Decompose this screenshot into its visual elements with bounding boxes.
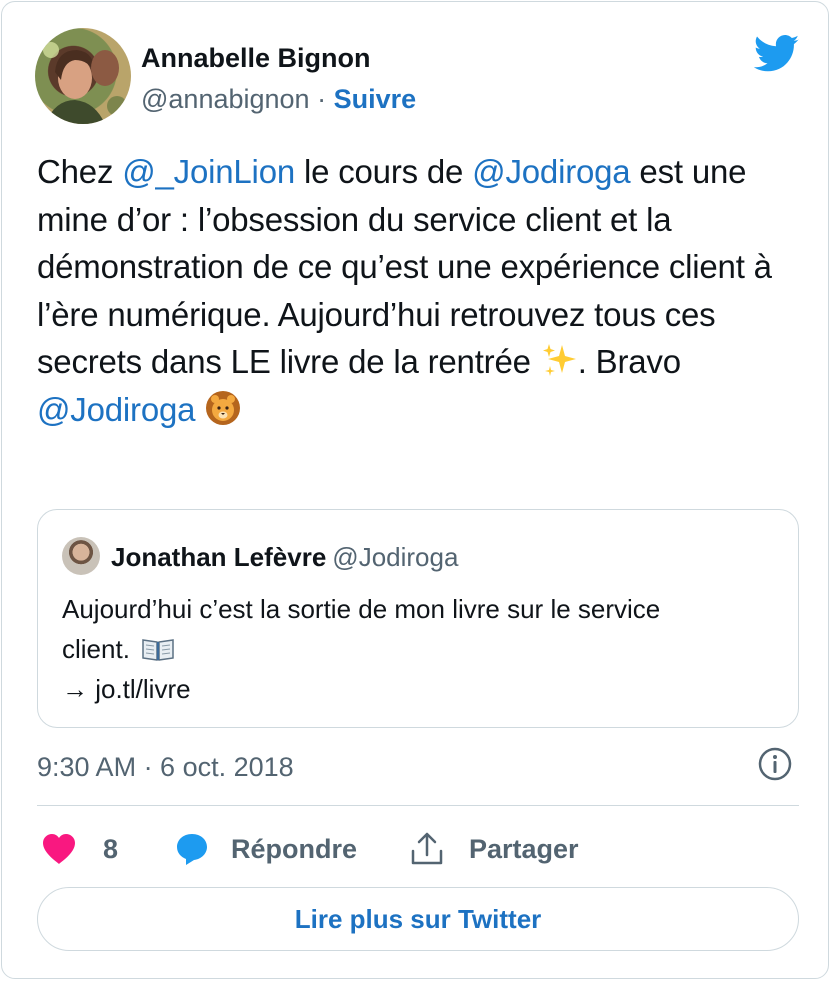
tweet-text-segment: . Bravo [577,343,681,380]
follow-button[interactable]: Suivre [334,84,417,114]
heart-icon [43,834,75,864]
share-label: Partager [469,833,579,864]
mention-link[interactable]: @Jodiroga [472,153,630,190]
author-avatar[interactable] [35,28,131,124]
tweet-text-segment: le cours de [295,153,473,190]
quoted-author-line: Jonathan Lefèvre @Jodiroga [111,541,458,573]
mention-link[interactable]: @Jodiroga [37,391,195,428]
quoted-tweet-text: Aujourd’hui c’est la sortie de mon livre… [62,589,782,709]
divider [37,805,799,806]
author-handle[interactable]: @annabignon [141,84,310,114]
like-count: 8 [103,833,119,864]
tweet-timestamp[interactable]: 9:30 AM · 6 oct. 2018 [37,750,294,784]
author-name[interactable]: Annabelle Bignon [141,42,371,74]
author-handle-line: @annabignon · Suivre [141,83,416,115]
tweet-text: Chez @_JoinLion le cours de @Jodiroga es… [37,148,817,433]
mention-link[interactable]: @_JoinLion [122,153,295,190]
open-book-emoji [142,639,174,661]
quoted-link[interactable]: → jo.tl/livre [62,669,782,709]
quoted-text-line: client. [62,629,782,669]
tweet-card: Annabelle Bignon @annabignon · Suivre Ch… [1,1,829,979]
tweet-text-segment: Chez [37,153,123,190]
quoted-text-line: Aujourd’hui c’est la sortie de mon livre… [62,594,661,624]
sparkles-emoji [542,344,576,376]
tweet-text-segment [195,391,204,428]
info-icon[interactable] [757,746,793,782]
share-icon [411,832,443,865]
reply-button[interactable]: Répondre [174,824,357,874]
quoted-author-avatar[interactable] [62,537,100,575]
action-bar: 8 Répondre Partager [37,824,799,874]
read-more-button[interactable]: Lire plus sur Twitter [37,887,799,951]
like-button[interactable]: 8 [41,824,118,874]
reply-label: Répondre [231,833,358,864]
quoted-author-handle[interactable]: @Jodiroga [332,542,458,572]
quoted-tweet[interactable]: Jonathan Lefèvre @Jodiroga Aujourd’hui c’… [37,509,799,728]
reply-bubble-icon [177,834,207,865]
share-button[interactable]: Partager [409,824,579,874]
handle-separator: · [317,84,327,114]
quoted-author-name[interactable]: Jonathan Lefèvre [111,542,326,572]
lion-emoji [206,390,241,425]
twitter-bird-icon[interactable] [754,35,800,73]
